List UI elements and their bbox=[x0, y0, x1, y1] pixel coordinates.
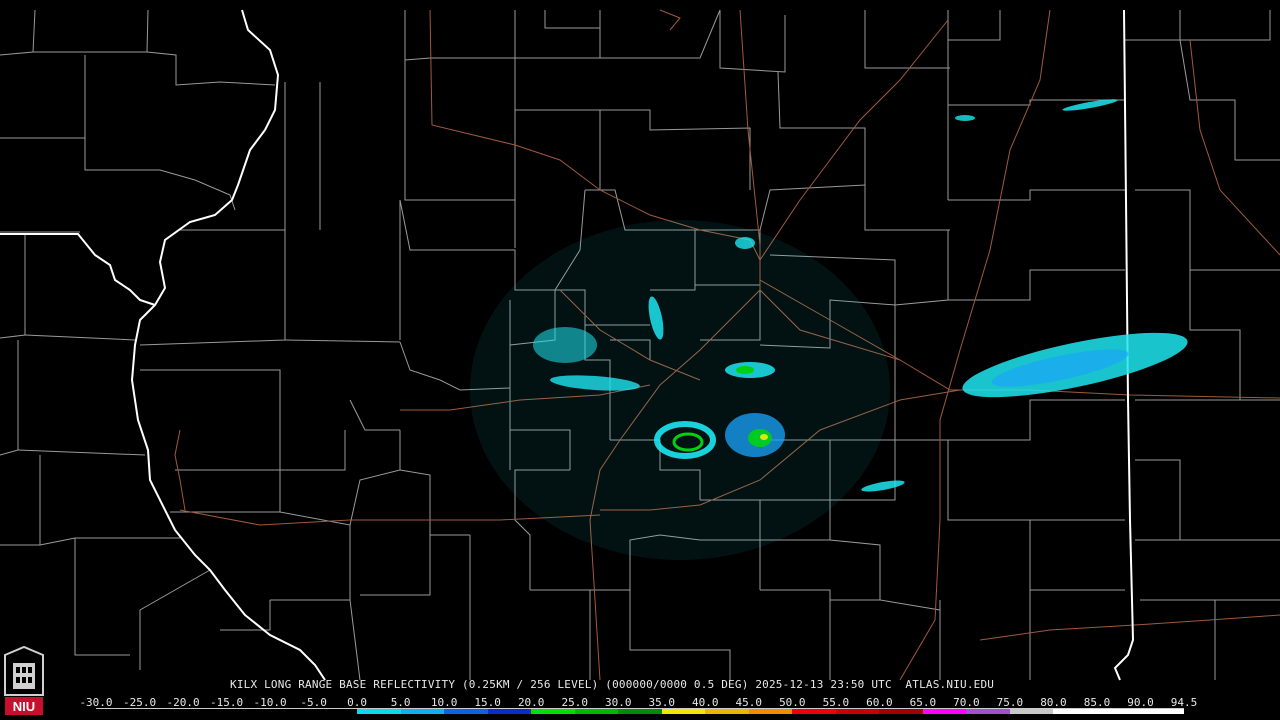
legend-color-swatch bbox=[879, 709, 923, 714]
legend-color-swatch bbox=[1053, 709, 1097, 714]
legend-color-swatch bbox=[487, 709, 532, 714]
svg-text:NIU: NIU bbox=[13, 699, 35, 714]
legend-color-swatch bbox=[226, 709, 271, 714]
legend-color-swatch bbox=[1140, 709, 1184, 714]
legend-color-swatch bbox=[922, 709, 967, 714]
legend-color-swatch bbox=[618, 709, 662, 714]
legend-color-swatch bbox=[574, 709, 619, 714]
legend-color-swatch bbox=[661, 709, 706, 714]
legend-color-swatch bbox=[1096, 709, 1141, 714]
legend-color-swatch bbox=[444, 709, 488, 714]
legend-color-swatch bbox=[792, 709, 836, 714]
legend-color-swatch bbox=[183, 709, 227, 714]
radar-echoes bbox=[470, 99, 1188, 560]
legend-color-bar bbox=[96, 708, 1184, 714]
radar-map bbox=[0, 9, 1280, 681]
legend-color-swatch bbox=[270, 709, 314, 714]
legend-color-swatch bbox=[966, 709, 1010, 714]
legend-color-swatch bbox=[835, 709, 880, 714]
legend-color-swatch bbox=[139, 709, 184, 714]
echo-southeast-streak bbox=[861, 480, 905, 492]
legend-color-swatch bbox=[748, 709, 793, 714]
legend-color-swatch bbox=[96, 709, 140, 714]
legend-color-swatch bbox=[1009, 709, 1054, 714]
reflectivity-legend: -30.0 -25.0 -20.0 -15.0 -10.0 -5.0 0.0 5.0 10.0 1… bbox=[79, 696, 1197, 720]
legend-color-swatch bbox=[400, 709, 445, 714]
product-caption: KILX LONG RANGE BASE REFLECTIVITY (0.25K… bbox=[0, 676, 1280, 692]
legend-color-swatch bbox=[313, 709, 358, 714]
legend-color-swatch bbox=[531, 709, 575, 714]
legend-color-swatch bbox=[705, 709, 749, 714]
echo-ring-scatter bbox=[470, 220, 890, 560]
niu-logo: NIU bbox=[4, 645, 44, 715]
legend-color-swatch bbox=[357, 709, 401, 714]
echo-far-ne-2 bbox=[955, 115, 975, 121]
product-title: KILX LONG RANGE BASE REFLECTIVITY (0.25K… bbox=[230, 678, 995, 691]
